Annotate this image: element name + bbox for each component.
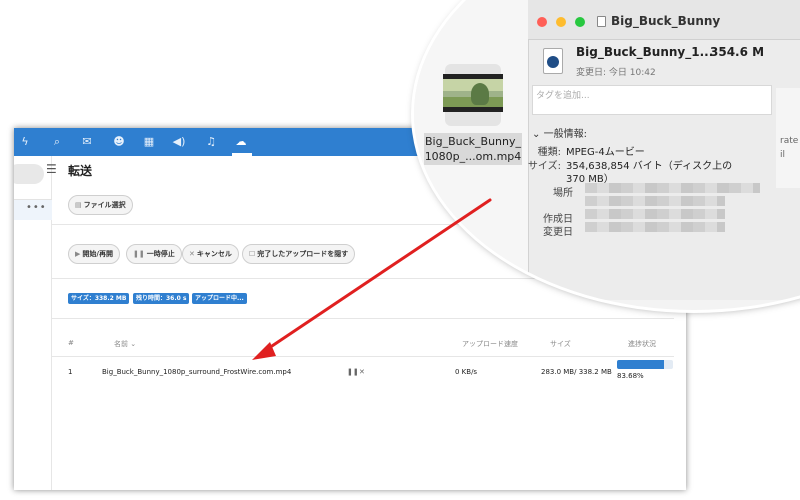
pause-icon: ❚❚ <box>133 250 145 258</box>
kind-value: MPEG-4ムービー <box>566 147 645 158</box>
quicktime-logo-icon <box>547 56 559 68</box>
side-text-1: rate <box>780 136 799 146</box>
file-icon: ▤ <box>75 201 82 209</box>
page-title: 転送 <box>68 164 93 178</box>
document-icon <box>597 16 606 27</box>
start-resume-button[interactable]: ▶ 開始/再開 <box>68 244 120 264</box>
finder-filename[interactable]: Big_Buck_Bunny_ 1080p_...om.mp4 <box>424 133 522 165</box>
info-modified: 変更日: 今日 10:42 <box>576 68 656 78</box>
adjacent-window-edge: rate il <box>776 88 800 188</box>
zoom-content: Big_Buck_Bunny_ 1080p_...om.mp4 Big_Buck… <box>414 0 800 310</box>
progress-percent: 83.68% <box>617 372 644 380</box>
pause-button[interactable]: ❚❚ 一時停止 <box>126 244 182 264</box>
left-rail: ••• <box>14 156 52 490</box>
users-icon[interactable]: ☻ <box>112 135 126 149</box>
bolt-icon[interactable]: ϟ <box>18 135 32 149</box>
row-cancel-icon[interactable]: ✕ <box>359 368 365 376</box>
thumb-tree <box>471 83 489 105</box>
header-divider <box>52 356 674 357</box>
checkbox-icon: ☐ <box>249 250 256 258</box>
tags-placeholder: タグを追加... <box>536 91 590 101</box>
row-filename: Big_Buck_Bunny_1080p_surround_FrostWire.… <box>102 368 292 376</box>
col-num-header: # <box>68 339 74 347</box>
col-size-header: サイズ <box>550 340 571 348</box>
row-num: 1 <box>68 368 73 376</box>
progress-fill <box>617 360 664 369</box>
select-file-button[interactable]: ▤ ファイル選択 <box>68 195 133 215</box>
cloud-upload-icon[interactable]: ☁ <box>234 135 248 149</box>
rail-pill-button[interactable] <box>14 164 44 184</box>
kind-label: 種類: <box>537 147 561 158</box>
row-pause-icon[interactable]: ❚❚ <box>347 368 359 376</box>
close-icon: ✕ <box>189 250 195 258</box>
mail-icon[interactable]: ✉ <box>80 135 94 149</box>
search-icon[interactable]: ⌕ <box>50 135 64 149</box>
divider-3 <box>52 318 674 319</box>
row-speed: 0 KB/s <box>455 368 478 376</box>
screenshot-stage: ϟ ⌕ ✉ ☻ ▦ ◀) ♫ ☁ ••• ☰ 転送 ▤ ファイル選択 ▶ 開始/再開… <box>0 0 800 500</box>
video-thumbnail[interactable] <box>443 74 503 112</box>
side-text-2: il <box>780 150 786 160</box>
remaining-time-badge: 残り時間：36.0 s <box>133 293 190 304</box>
size-badge: サイズ：338.2 MB <box>68 293 130 304</box>
general-info-section[interactable]: ⌄ 一般情報: <box>532 125 587 140</box>
info-filename: Big_Buck_Bunny_1... <box>576 45 714 59</box>
calendar-icon[interactable]: ▦ <box>142 135 156 149</box>
play-icon: ▶ <box>75 250 81 258</box>
menu-icon[interactable]: ☰ <box>46 162 57 176</box>
size-label: サイズ: <box>527 161 561 172</box>
info-filesize: 354.6 M <box>710 45 765 59</box>
chevron-down-icon: ⌄ <box>532 129 541 140</box>
redacted-modified <box>585 222 725 232</box>
where-label: 場所 <box>553 188 573 199</box>
col-name-header[interactable]: 名前 ⌄ <box>114 339 136 349</box>
speaker-icon[interactable]: ◀) <box>172 135 186 149</box>
music-icon[interactable]: ♫ <box>204 135 218 149</box>
redacted-location-2 <box>585 196 725 206</box>
active-tab-indicator <box>232 153 252 156</box>
modified-label: 変更日 <box>543 227 573 238</box>
close-window-button[interactable] <box>537 17 547 27</box>
row-size: 283.0 MB/ 338.2 MB <box>541 368 612 376</box>
finder-filename-line1: Big_Buck_Bunny_ <box>425 135 521 148</box>
zoom-bubble: Big_Buck_Bunny_ 1080p_...om.mp4 Big_Buck… <box>414 0 800 310</box>
finder-filename-line2: 1080p_...om.mp4 <box>424 150 522 163</box>
redacted-created <box>585 209 725 219</box>
col-progress-header: 進捗状況 <box>628 340 656 348</box>
quicktime-file-icon <box>543 48 563 74</box>
cancel-button[interactable]: ✕ キャンセル <box>182 244 239 264</box>
minimize-window-button[interactable] <box>556 17 566 27</box>
more-icon[interactable]: ••• <box>26 202 47 213</box>
uploading-badge: アップロード中... <box>192 293 247 304</box>
chevron-down-icon: ⌄ <box>130 340 137 348</box>
progress-bar <box>617 360 673 369</box>
window-title: Big_Buck_Bunny <box>611 14 721 28</box>
hide-completed-button[interactable]: ☐ 完了したアップロードを隠す <box>242 244 356 264</box>
zoom-window-button[interactable] <box>575 17 585 27</box>
col-speed-header: アップロード速度 <box>462 340 518 348</box>
redacted-location <box>585 183 760 193</box>
